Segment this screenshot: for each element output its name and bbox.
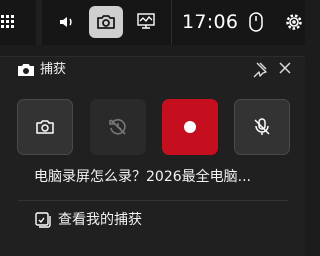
pin-icon[interactable] xyxy=(250,61,268,79)
latest-capture-title[interactable]: 电脑录屏怎么录？2026最全电脑... xyxy=(34,167,284,187)
speaker-icon[interactable] xyxy=(57,12,77,32)
grid-icon[interactable] xyxy=(0,13,18,31)
mic-off-icon xyxy=(254,118,270,135)
topbar-divider xyxy=(171,0,172,45)
mouse-icon[interactable] xyxy=(246,11,266,33)
camera-icon xyxy=(97,15,115,29)
performance-icon[interactable] xyxy=(136,11,156,31)
panel-title: 捕获 xyxy=(40,62,67,77)
view-my-captures-link[interactable]: 查看我的捕获 xyxy=(58,210,142,230)
record-dot-icon xyxy=(184,121,196,133)
microphone-toggle-button[interactable] xyxy=(234,99,290,155)
start-recording-button[interactable] xyxy=(162,99,218,155)
record-last-30s-button[interactable] xyxy=(90,99,146,155)
topbar-separator xyxy=(36,0,42,45)
camera-icon xyxy=(17,62,35,78)
camera-icon xyxy=(36,120,54,134)
screenshot-button[interactable] xyxy=(17,99,73,155)
close-icon[interactable] xyxy=(276,59,294,77)
panel-divider xyxy=(18,200,288,201)
gallery-icon[interactable] xyxy=(34,211,52,229)
clock: 17:06 xyxy=(182,11,239,33)
capture-widget-button[interactable] xyxy=(89,6,123,38)
history-icon xyxy=(109,119,126,135)
gear-icon[interactable] xyxy=(283,11,305,33)
